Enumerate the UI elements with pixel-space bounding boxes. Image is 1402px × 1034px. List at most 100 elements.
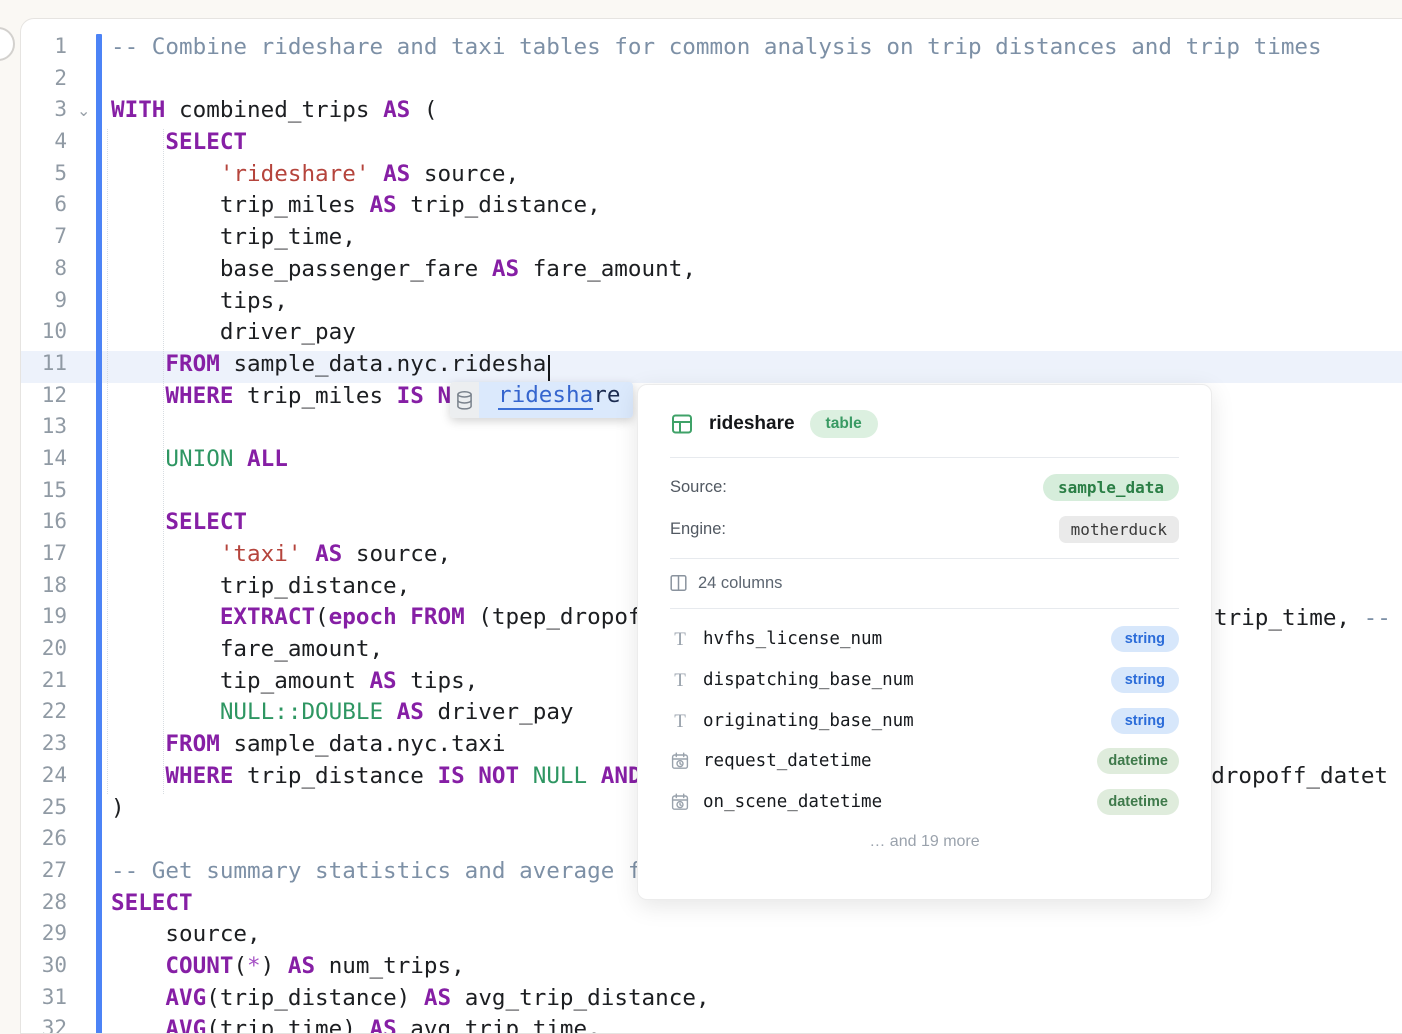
line-number: 27 — [22, 858, 67, 890]
code-text: SELECT — [111, 509, 247, 541]
engine-value-badge: motherduck — [1059, 516, 1179, 543]
column-row: Tdispatching_base_numstring — [670, 666, 1179, 694]
code-text: base_passenger_fare AS fare_amount, — [111, 256, 696, 288]
code-line[interactable]: 32 AVG(trip_time) AS avg_trip_time, — [22, 1016, 1402, 1034]
line-number: 9 — [22, 288, 67, 320]
code-text: driver_pay — [111, 319, 356, 351]
autocomplete-dropdown: rideshare — [450, 382, 633, 418]
line-number: 23 — [22, 731, 67, 763]
datetime-type-icon — [670, 752, 690, 770]
code-overlay-fragment: p_dropoff_datet — [1184, 763, 1388, 795]
gutter-change-bar — [96, 34, 102, 1034]
code-text: FROM sample_data.nyc.ridesha — [111, 351, 546, 383]
line-number: 5 — [22, 161, 67, 193]
line-number: 4 — [22, 129, 67, 161]
text-type-icon: T — [670, 671, 690, 690]
engine-row: Engine: motherduck — [670, 515, 1179, 543]
line-number: 29 — [22, 921, 67, 953]
text-type-icon: T — [670, 630, 690, 649]
line-number: 6 — [22, 192, 67, 224]
datetime-type-icon — [670, 793, 690, 811]
line-number: 14 — [22, 446, 67, 478]
more-columns-text: … and 19 more — [670, 833, 1179, 857]
column-type-badge: string — [1111, 626, 1179, 652]
line-number: 32 — [22, 1016, 67, 1034]
code-line[interactable]: 31 AVG(trip_distance) AS avg_trip_distan… — [22, 985, 1402, 1017]
line-number: 21 — [22, 668, 67, 700]
code-line[interactable]: 30 COUNT(*) AS num_trips, — [22, 953, 1402, 985]
page: { "colors": { "accent_bar": "#4c83f6", "… — [0, 0, 1402, 1024]
code-line[interactable]: 9 tips, — [22, 288, 1402, 320]
code-text: -- Combine rideshare and taxi tables for… — [111, 34, 1322, 66]
code-line[interactable]: 1 -- Combine rideshare and taxi tables fo… — [22, 34, 1402, 66]
popover-title: rideshare — [709, 413, 795, 435]
columns-count: 24 columns — [698, 574, 782, 593]
column-type-badge: string — [1111, 708, 1179, 734]
text-cursor — [548, 355, 550, 381]
code-text: WHERE trip_distance IS NOT NULL AND — [111, 763, 642, 795]
code-text: trip_miles AS trip_distance, — [111, 192, 601, 224]
code-text: UNION ALL — [111, 446, 288, 478]
line-number: 25 — [22, 795, 67, 827]
code-text: NULL::DOUBLE AS driver_pay — [111, 699, 574, 731]
text-type-icon: T — [670, 712, 690, 731]
engine-label: Engine: — [670, 520, 726, 539]
code-text: trip_distance, — [111, 573, 410, 605]
line-number: 16 — [22, 509, 67, 541]
code-text: SELECT — [111, 890, 193, 922]
column-type-badge: datetime — [1097, 748, 1179, 774]
column-name: hvfhs_license_num — [703, 629, 1111, 649]
code-text: WITH combined_trips AS ( — [111, 97, 438, 129]
line-number: 12 — [22, 383, 67, 415]
code-line[interactable]: 3⌄WITH combined_trips AS ( — [22, 97, 1402, 129]
code-text: AVG(trip_distance) AS avg_trip_distance, — [111, 985, 710, 1017]
edge-partial-control — [0, 27, 15, 61]
column-type-badge: string — [1111, 667, 1179, 693]
code-line[interactable]: 4 SELECT — [22, 129, 1402, 161]
source-value-badge: sample_data — [1043, 474, 1179, 501]
code-line[interactable]: 8 base_passenger_fare AS fare_amount, — [22, 256, 1402, 288]
code-line[interactable]: 7 trip_time, — [22, 224, 1402, 256]
column-row: on_scene_datetimedatetime — [670, 788, 1179, 816]
line-number: 19 — [22, 604, 67, 636]
table-type-badge: table — [810, 410, 878, 438]
line-number: 30 — [22, 953, 67, 985]
column-row: request_datetimedatetime — [670, 747, 1179, 775]
line-number: 28 — [22, 890, 67, 922]
divider — [670, 608, 1179, 609]
column-name: request_datetime — [703, 751, 1097, 771]
fold-chevron-icon[interactable]: ⌄ — [77, 95, 90, 127]
code-text: 'rideshare' AS source, — [111, 161, 519, 193]
code-text: AVG(trip_time) AS avg_trip_time, — [111, 1016, 601, 1034]
columns-icon — [670, 574, 687, 592]
autocomplete-rest-text: re — [593, 382, 620, 408]
divider — [670, 457, 1179, 458]
autocomplete-match-text: ridesha — [498, 382, 593, 410]
editor-card: 1 -- Combine rideshare and taxi tables fo… — [20, 18, 1402, 1034]
line-number: 20 — [22, 636, 67, 668]
columns-count-row: 24 columns — [670, 571, 1179, 595]
column-row: Thvfhs_license_numstring — [670, 625, 1179, 653]
code-line[interactable]: 11 FROM sample_data.nyc.ridesha — [22, 351, 1402, 383]
line-number: 24 — [22, 763, 67, 795]
column-name: originating_base_num — [703, 711, 1111, 731]
code-text: fare_amount, — [111, 636, 383, 668]
line-number: 8 — [22, 256, 67, 288]
code-line[interactable]: 10 driver_pay — [22, 319, 1402, 351]
code-line[interactable]: 5 'rideshare' AS source, — [22, 161, 1402, 193]
code-line[interactable]: 2 — [22, 66, 1402, 98]
source-row: Source: sample_data — [670, 473, 1179, 501]
autocomplete-item-rideshare[interactable]: rideshare — [479, 382, 633, 418]
code-line[interactable]: 6 trip_miles AS trip_distance, — [22, 192, 1402, 224]
code-text: trip_time, — [111, 224, 356, 256]
source-label: Source: — [670, 478, 727, 497]
column-type-badge: datetime — [1097, 789, 1179, 815]
code-line[interactable]: 29 source, — [22, 921, 1402, 953]
line-number: 31 — [22, 985, 67, 1017]
line-number: 2 — [22, 66, 67, 98]
table-info-popover: rideshare table Source: sample_data Engi… — [637, 384, 1212, 900]
line-number: 11 — [22, 351, 67, 383]
line-number: 15 — [22, 478, 67, 510]
line-number: 10 — [22, 319, 67, 351]
line-number: 1 — [22, 34, 67, 66]
